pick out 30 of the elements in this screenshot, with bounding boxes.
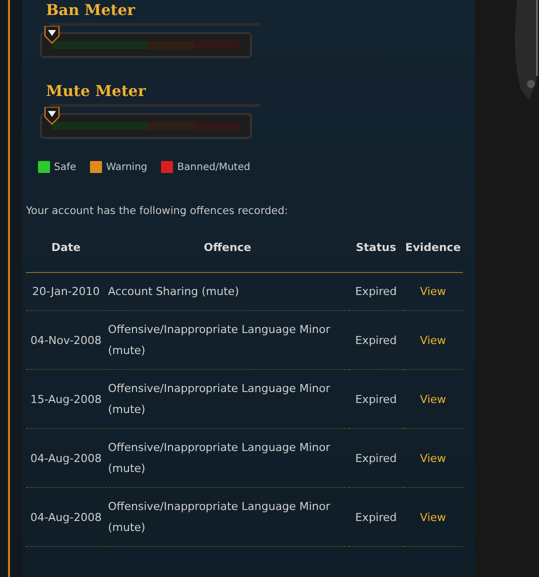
offence-cell: Offensive/Inappropriate Language Minor (mute) [108,323,330,357]
status-cell: Expired [355,452,397,464]
view-link[interactable]: View [420,285,446,298]
date-cell: 04-Nov-2008 [30,334,102,346]
view-link[interactable]: View [420,452,446,464]
status-cell: Expired [355,334,397,346]
offence-cell: Offensive/Inappropriate Language Minor (mute) [108,382,330,416]
legend-label: Safe [54,162,76,172]
intro-text: Your account has the following offences recorded: [26,205,289,217]
legend-label: Banned/Muted [177,162,250,172]
view-link[interactable]: View [420,510,446,524]
column-header: Date [51,241,81,254]
meter-title: Mute Meter [46,82,146,100]
offence-cell: Account Sharing (mute) [108,285,239,298]
meter-title: Ban Meter [46,1,136,19]
date-cell: 04-Aug-2008 [30,510,102,524]
column-header: Evidence [405,241,461,254]
column-header: Status [356,241,396,254]
date-cell: 20-Jan-2010 [32,285,100,298]
date-cell: 15-Aug-2008 [30,392,102,406]
status-cell: Expired [355,510,397,524]
column-header: Offence [204,241,252,254]
view-link[interactable]: View [420,392,446,406]
date-cell: 04-Aug-2008 [30,452,102,464]
offence-cell: Offensive/Inappropriate Language Minor (mute) [108,441,330,475]
offence-cell: Offensive/Inappropriate Language Minor (mute) [108,500,330,534]
status-cell: Expired [355,392,397,406]
legend-label: Warning [106,162,148,172]
status-cell: Expired [355,285,397,298]
view-link[interactable]: View [420,334,446,346]
